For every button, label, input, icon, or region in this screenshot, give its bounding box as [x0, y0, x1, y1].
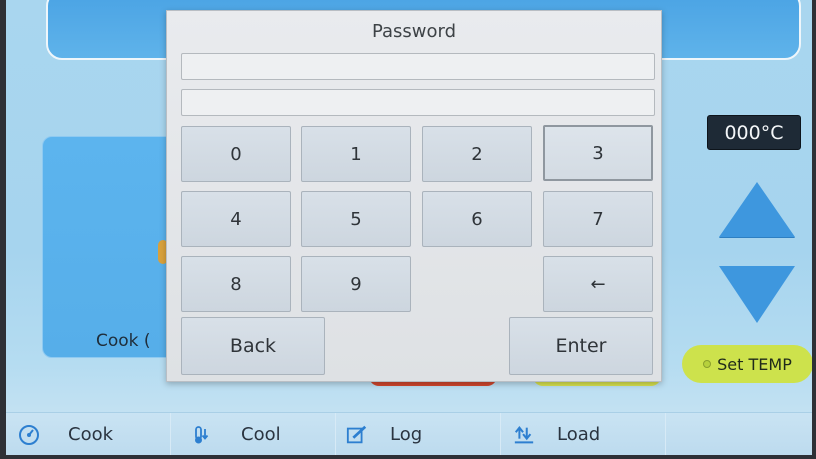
- load-arrows-icon: [513, 424, 535, 446]
- edit-icon: [346, 424, 368, 446]
- key-1[interactable]: 1: [301, 126, 411, 182]
- device-bezel: Cook ( 000°C Set TEMP Cook Cool Log Load…: [0, 0, 816, 459]
- backspace-key[interactable]: ←: [543, 256, 653, 312]
- key-6[interactable]: 6: [422, 191, 532, 247]
- back-button[interactable]: Back: [181, 317, 325, 375]
- key-8[interactable]: 8: [181, 256, 291, 312]
- cook-card-label: Cook (: [96, 331, 151, 351]
- screen: Cook ( 000°C Set TEMP Cook Cool Log Load…: [6, 0, 812, 455]
- nav-label-cook: Cook: [68, 424, 114, 445]
- key-3[interactable]: 3: [543, 125, 653, 181]
- nav-item-cool[interactable]: Cool: [171, 413, 336, 455]
- key-7[interactable]: 7: [543, 191, 653, 247]
- increase-temp-arrow-icon[interactable]: [719, 182, 795, 237]
- password-confirm-field[interactable]: [181, 89, 655, 116]
- password-dialog: Password 0 1 2 3 4 5 6 7 8 9 ← Back Ente…: [166, 10, 662, 382]
- decrease-temp-arrow-icon[interactable]: [719, 266, 795, 323]
- gauge-icon: [18, 424, 40, 446]
- set-temp-button[interactable]: Set TEMP: [682, 345, 812, 383]
- indicator-dot-icon: [703, 360, 712, 368]
- enter-button[interactable]: Enter: [509, 317, 653, 375]
- dialog-title: Password: [371, 21, 457, 42]
- nav-item-log[interactable]: Log: [336, 413, 501, 455]
- key-5[interactable]: 5: [301, 191, 411, 247]
- temperature-display: 000°C: [707, 115, 801, 150]
- bottom-nav: Cook Cool Log Load: [6, 412, 812, 455]
- nav-label-log: Log: [390, 424, 423, 445]
- nav-item-load[interactable]: Load: [501, 413, 666, 455]
- key-0[interactable]: 0: [181, 126, 291, 182]
- thermometer-icon: [191, 424, 213, 446]
- set-temp-label: Set TEMP: [717, 354, 792, 374]
- password-field[interactable]: [181, 53, 655, 80]
- key-2[interactable]: 2: [422, 126, 532, 182]
- nav-label-load: Load: [557, 424, 601, 445]
- key-4[interactable]: 4: [181, 191, 291, 247]
- key-9[interactable]: 9: [301, 256, 411, 312]
- nav-label-cool: Cool: [241, 424, 281, 445]
- nav-item-cook[interactable]: Cook: [6, 413, 171, 455]
